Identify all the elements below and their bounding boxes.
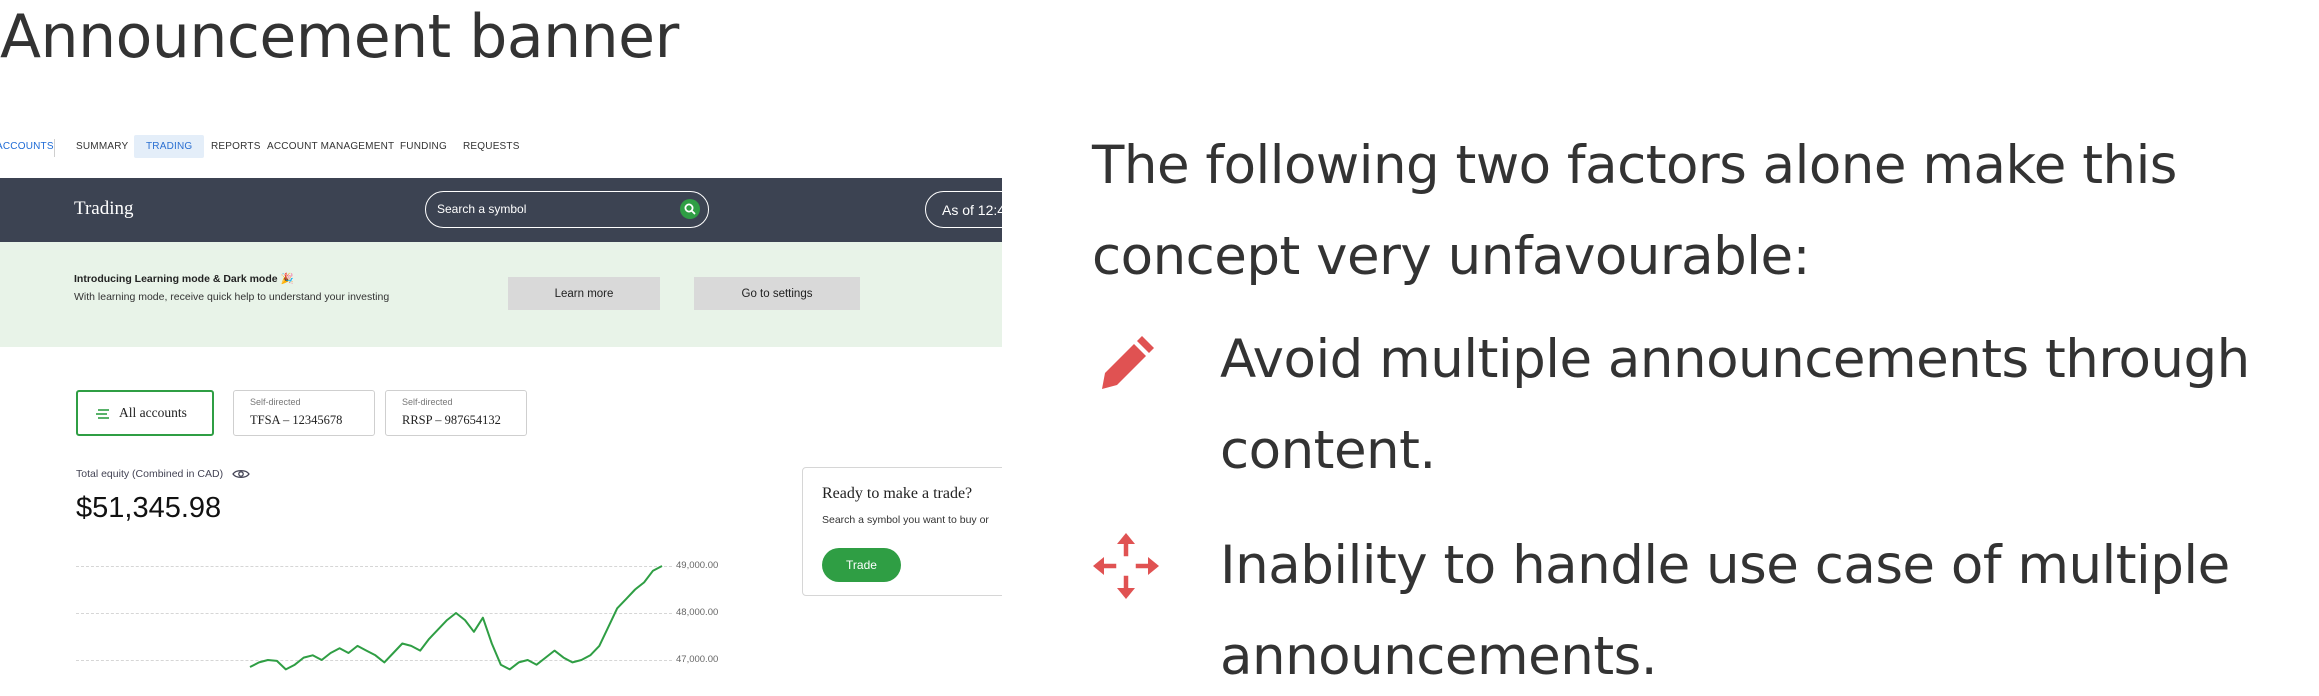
pencil-icon <box>1102 336 1154 389</box>
trade-card: Ready to make a trade? Search a symbol y… <box>802 467 1002 596</box>
slide-title: Announcement banner <box>0 2 679 72</box>
trade-card-title: Ready to make a trade? <box>822 485 973 502</box>
trade-card-subtitle: Search a symbol you want to buy or <box>822 514 989 526</box>
bullet-item: Inability to handle use case of multiple… <box>1220 535 2230 687</box>
equity-series-line <box>249 565 663 671</box>
trade-button[interactable]: Trade <box>822 548 901 582</box>
move-arrows-icon <box>1093 533 1159 599</box>
equity-line-chart <box>249 565 663 671</box>
bullet-item: Avoid multiple announcements through con… <box>1220 329 2250 481</box>
app-screenshot: ACCOUNTS SUMMARY TRADING REPORTS ACCOUNT… <box>0 126 1002 696</box>
intro-paragraph: The following two factors alone make thi… <box>1092 135 2177 287</box>
